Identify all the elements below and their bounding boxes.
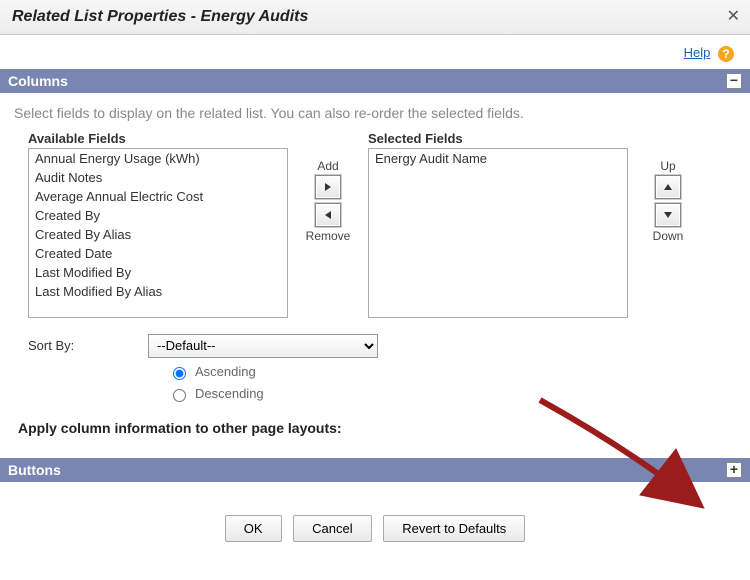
- down-button[interactable]: [655, 203, 681, 227]
- columns-instruction: Select fields to display on the related …: [14, 105, 736, 121]
- columns-section-body: Select fields to display on the related …: [0, 93, 750, 458]
- ascending-radio[interactable]: [173, 367, 186, 380]
- arrow-up-icon: [663, 182, 673, 192]
- down-label: Down: [653, 229, 684, 243]
- ok-button[interactable]: OK: [225, 515, 282, 542]
- remove-label: Remove: [306, 229, 351, 243]
- buttons-section-header: Buttons +: [0, 458, 750, 482]
- descending-row: Descending: [168, 386, 736, 402]
- columns-collapse-button[interactable]: −: [726, 73, 742, 89]
- up-button[interactable]: [655, 175, 681, 199]
- available-fields-listbox[interactable]: Annual Energy Usage (kWh)Audit NotesAver…: [28, 148, 288, 318]
- list-item[interactable]: Average Annual Electric Cost: [29, 187, 287, 206]
- sort-by-label: Sort By:: [28, 338, 108, 353]
- buttons-expand-button[interactable]: +: [726, 462, 742, 478]
- descending-label: Descending: [195, 386, 264, 401]
- arrow-left-icon: [323, 210, 333, 220]
- arrow-down-icon: [663, 210, 673, 220]
- dual-list-picker: Available Fields Annual Energy Usage (kW…: [28, 131, 736, 318]
- selected-fields-listbox[interactable]: Energy Audit Name: [368, 148, 628, 318]
- dialog-body-scroll[interactable]: Columns − Select fields to display on th…: [0, 68, 750, 503]
- available-fields-column: Available Fields Annual Energy Usage (kW…: [28, 131, 288, 318]
- dialog-title: Related List Properties - Energy Audits: [12, 8, 738, 26]
- up-down-column: Up Down: [638, 159, 698, 243]
- descending-radio[interactable]: [173, 389, 186, 402]
- list-item[interactable]: Last Modified By Alias: [29, 282, 287, 301]
- dialog-footer: OK Cancel Revert to Defaults: [0, 503, 750, 554]
- up-label: Up: [660, 159, 675, 173]
- help-row: Help ?: [0, 35, 750, 68]
- list-item[interactable]: Created By: [29, 206, 287, 225]
- list-item[interactable]: Created By Alias: [29, 225, 287, 244]
- columns-section-header: Columns −: [0, 69, 750, 93]
- available-fields-label: Available Fields: [28, 131, 288, 146]
- selected-fields-label: Selected Fields: [368, 131, 628, 146]
- list-item[interactable]: Last Modified By: [29, 263, 287, 282]
- ascending-label: Ascending: [195, 364, 256, 379]
- selected-fields-column: Selected Fields Energy Audit Name: [368, 131, 628, 318]
- dialog-titlebar: Related List Properties - Energy Audits …: [0, 0, 750, 35]
- list-item[interactable]: Annual Energy Usage (kWh): [29, 149, 287, 168]
- columns-section-title: Columns: [8, 73, 68, 89]
- list-item[interactable]: Created Date: [29, 244, 287, 263]
- arrow-right-icon: [323, 182, 333, 192]
- ascending-row: Ascending: [168, 364, 736, 380]
- add-label: Add: [317, 159, 338, 173]
- sort-by-row: Sort By: --Default--: [28, 334, 736, 358]
- help-link[interactable]: Help: [684, 45, 711, 60]
- help-icon[interactable]: ?: [718, 46, 734, 62]
- list-item[interactable]: Audit Notes: [29, 168, 287, 187]
- close-icon[interactable]: ✕: [727, 6, 740, 26]
- buttons-section-title: Buttons: [8, 462, 61, 478]
- remove-button[interactable]: [315, 203, 341, 227]
- revert-button[interactable]: Revert to Defaults: [383, 515, 525, 542]
- add-button[interactable]: [315, 175, 341, 199]
- add-remove-column: Add Remove: [298, 159, 358, 243]
- apply-layouts-heading: Apply column information to other page l…: [18, 420, 736, 436]
- sort-by-select[interactable]: --Default--: [148, 334, 378, 358]
- cancel-button[interactable]: Cancel: [293, 515, 371, 542]
- list-item[interactable]: Energy Audit Name: [369, 149, 627, 168]
